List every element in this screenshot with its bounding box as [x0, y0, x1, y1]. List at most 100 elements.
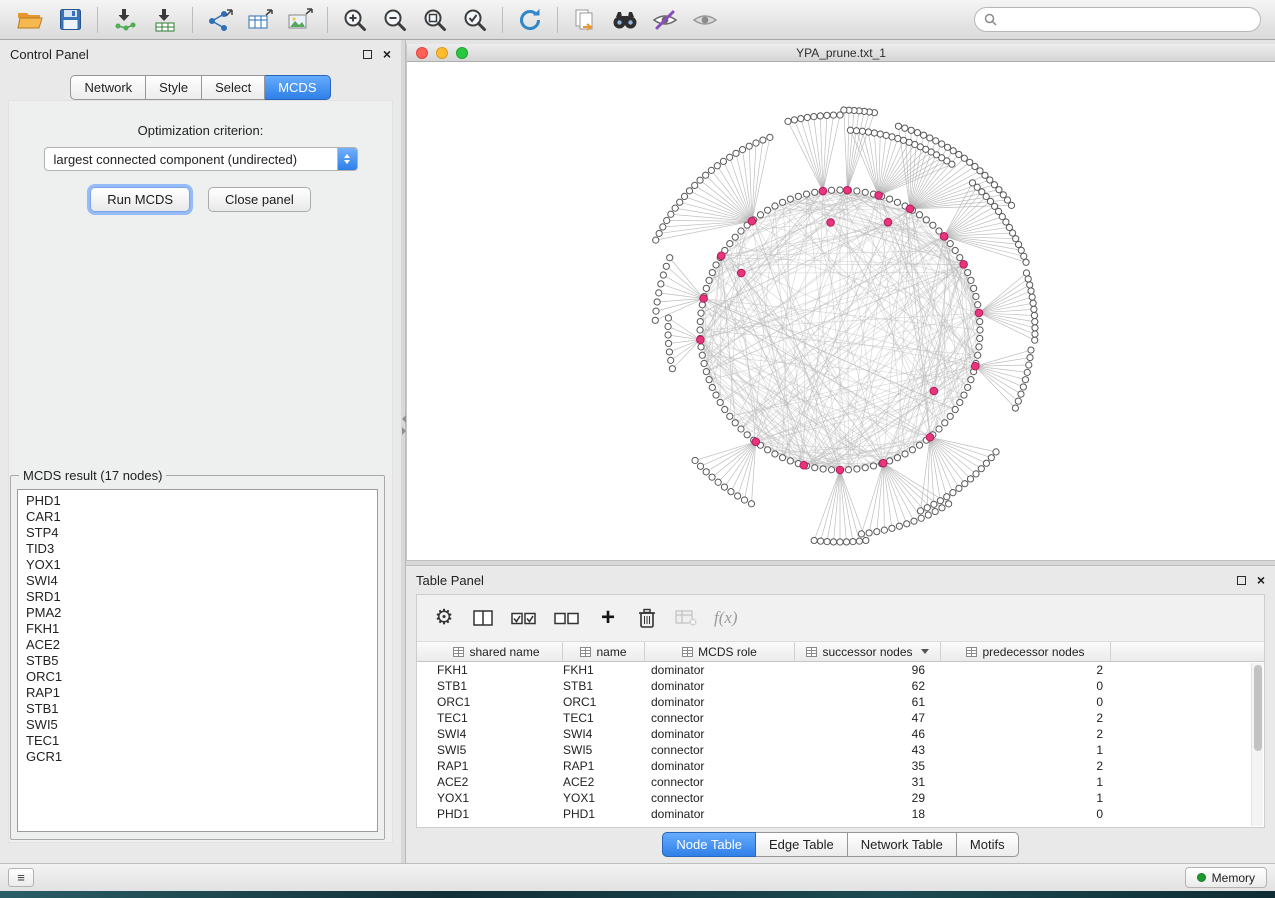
network-node[interactable]: [1032, 319, 1038, 325]
network-node[interactable]: [717, 399, 723, 405]
network-node[interactable]: [738, 228, 744, 234]
network-node[interactable]: [720, 158, 726, 164]
network-node[interactable]: [703, 285, 709, 291]
network-node[interactable]: [965, 269, 971, 275]
network-node[interactable]: [845, 467, 851, 473]
network-node[interactable]: [956, 485, 962, 491]
mcds-result-item[interactable]: STP4: [18, 525, 377, 541]
tab-edge-table[interactable]: Edge Table: [756, 832, 848, 857]
network-node[interactable]: [968, 277, 974, 283]
network-node[interactable]: [977, 168, 983, 174]
network-node[interactable]: [732, 420, 738, 426]
network-node[interactable]: [818, 538, 824, 544]
network-node[interactable]: [828, 467, 834, 473]
network-node[interactable]: [1023, 259, 1029, 265]
network-node[interactable]: [883, 132, 889, 138]
network-node[interactable]: [830, 112, 836, 118]
network-node[interactable]: [1013, 236, 1019, 242]
mcds-result-item[interactable]: YOX1: [18, 557, 377, 573]
network-node[interactable]: [697, 318, 703, 324]
network-node[interactable]: [697, 463, 703, 469]
tab-motifs[interactable]: Motifs: [957, 832, 1019, 857]
add-column-button[interactable]: +: [597, 608, 619, 628]
network-node[interactable]: [1032, 337, 1038, 343]
network-node[interactable]: [911, 518, 917, 524]
network-node[interactable]: [1027, 282, 1033, 288]
network-node[interactable]: [909, 447, 915, 453]
network-node[interactable]: [1022, 377, 1028, 383]
network-node[interactable]: [841, 107, 847, 113]
network-node[interactable]: [937, 498, 943, 504]
table-row[interactable]: ACE2ACE2connector311: [417, 774, 1264, 790]
new-network-from-selection-button[interactable]: [565, 3, 605, 37]
network-node[interactable]: [939, 141, 945, 147]
find-button[interactable]: [605, 3, 645, 37]
network-node[interactable]: [1020, 384, 1026, 390]
network-node[interactable]: [931, 501, 937, 507]
network-node[interactable]: [983, 460, 989, 466]
network-node[interactable]: [853, 128, 859, 134]
export-image-button[interactable]: [280, 3, 320, 37]
network-node[interactable]: [976, 344, 982, 350]
tab-mcds[interactable]: MCDS: [265, 75, 330, 100]
network-node[interactable]: [760, 137, 766, 143]
delete-column-button[interactable]: [636, 608, 658, 628]
network-graph[interactable]: [407, 62, 1275, 560]
network-node[interactable]: [1028, 288, 1034, 294]
tab-style[interactable]: Style: [146, 75, 202, 100]
network-node[interactable]: [978, 466, 984, 472]
column-header-predecessor-nodes[interactable]: predecessor nodes: [941, 642, 1111, 661]
network-node[interactable]: [939, 505, 945, 511]
column-header-name[interactable]: name: [563, 642, 645, 661]
network-node[interactable]: [944, 494, 950, 500]
network-node[interactable]: [930, 387, 938, 395]
network-node[interactable]: [697, 327, 703, 333]
network-node[interactable]: [1025, 276, 1031, 282]
save-session-button[interactable]: [50, 3, 90, 37]
float-table-panel-button[interactable]: [1237, 576, 1246, 585]
network-node[interactable]: [772, 451, 778, 457]
mcds-result-item[interactable]: CAR1: [18, 509, 377, 525]
network-node[interactable]: [830, 539, 836, 545]
network-node[interactable]: [817, 113, 823, 119]
network-node[interactable]: [811, 114, 817, 120]
network-node[interactable]: [889, 525, 895, 531]
table-scrollbar[interactable]: [1251, 663, 1263, 826]
network-node[interactable]: [717, 252, 725, 260]
table-row[interactable]: RAP1RAP1dominator352: [417, 758, 1264, 774]
network-node[interactable]: [844, 186, 852, 194]
network-node[interactable]: [667, 255, 673, 261]
network-node[interactable]: [971, 362, 979, 370]
scrollbar-thumb[interactable]: [1254, 665, 1262, 751]
import-network-button[interactable]: [105, 3, 145, 37]
network-node[interactable]: [803, 191, 809, 197]
network-node[interactable]: [656, 230, 662, 236]
network-node[interactable]: [923, 217, 929, 223]
network-node[interactable]: [772, 203, 778, 209]
network-node[interactable]: [697, 336, 705, 344]
search-input[interactable]: [1003, 12, 1251, 28]
run-mcds-button[interactable]: Run MCDS: [90, 187, 190, 212]
network-node[interactable]: [764, 447, 770, 453]
network-node[interactable]: [660, 272, 666, 278]
open-file-button[interactable]: [10, 3, 50, 37]
network-node[interactable]: [669, 366, 675, 372]
network-node[interactable]: [666, 349, 672, 355]
zoom-in-button[interactable]: [335, 3, 375, 37]
network-node[interactable]: [709, 269, 715, 275]
network-node[interactable]: [656, 290, 662, 296]
zoom-selected-button[interactable]: [455, 3, 495, 37]
network-node[interactable]: [927, 135, 933, 141]
network-node[interactable]: [975, 352, 981, 358]
maximize-window-icon[interactable]: [456, 47, 468, 59]
network-node[interactable]: [722, 406, 728, 412]
network-node[interactable]: [871, 130, 877, 136]
network-node[interactable]: [713, 392, 719, 398]
network-node[interactable]: [753, 140, 759, 146]
network-node[interactable]: [930, 222, 936, 228]
network-node[interactable]: [952, 247, 958, 253]
network-node[interactable]: [1021, 253, 1027, 259]
network-node[interactable]: [708, 167, 714, 173]
network-node[interactable]: [967, 159, 973, 165]
table-row[interactable]: PHD1PHD1dominator180: [417, 806, 1264, 822]
